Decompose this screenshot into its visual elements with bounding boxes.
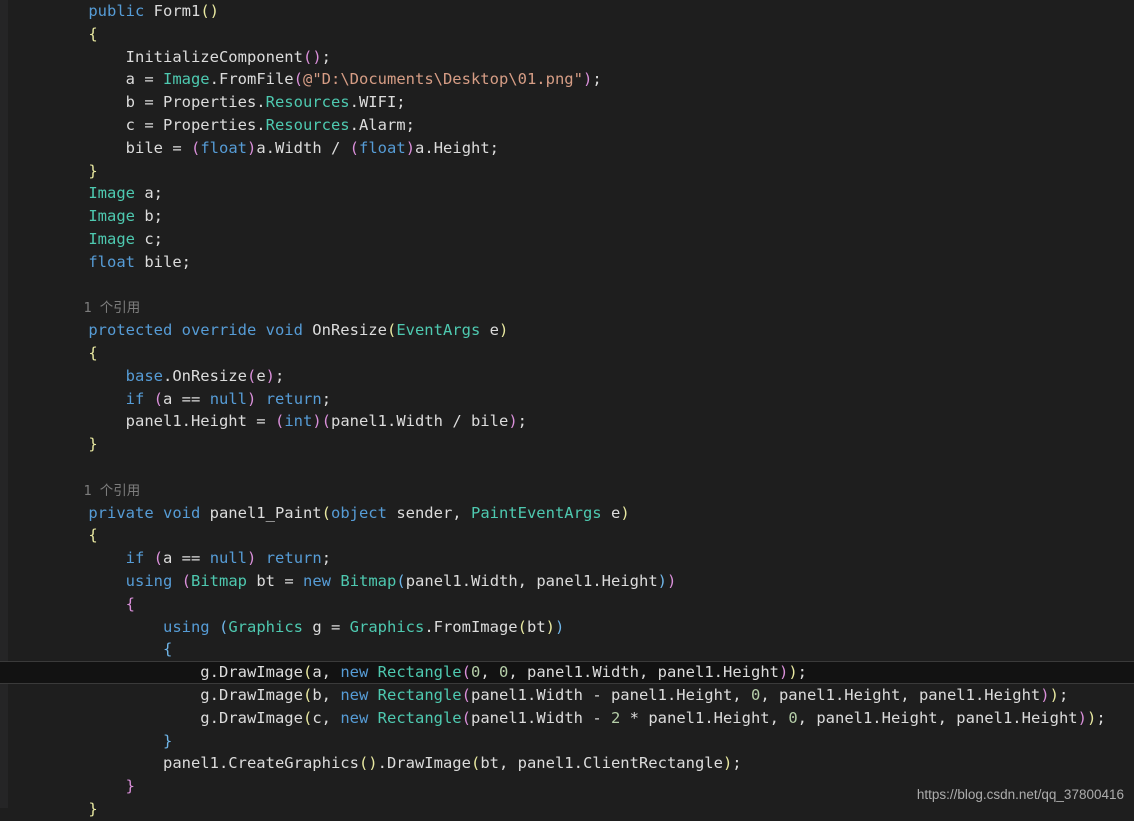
code-line[interactable]: b = Properties.Resources.WIFI; (0, 91, 1134, 114)
code-line[interactable]: { (0, 593, 1134, 616)
code-editor[interactable]: public Form1() { InitializeComponent(); … (0, 0, 1134, 818)
code-line[interactable]: Image b; (0, 205, 1134, 228)
codelens-reference-1[interactable]: 1 个引用 (0, 296, 1134, 319)
code-line[interactable]: base.OnResize(e); (0, 365, 1134, 388)
code-line[interactable]: Image a; (0, 182, 1134, 205)
code-line[interactable]: using (Bitmap bt = new Bitmap(panel1.Wid… (0, 570, 1134, 593)
code-line[interactable]: if (a == null) return; (0, 388, 1134, 411)
code-line[interactable]: using (Graphics g = Graphics.FromImage(b… (0, 616, 1134, 639)
code-line[interactable]: a = Image.FromFile(@"D:\Documents\Deskto… (0, 68, 1134, 91)
code-line[interactable]: float bile; (0, 251, 1134, 274)
code-line[interactable]: panel1.CreateGraphics().DrawImage(bt, pa… (0, 752, 1134, 775)
code-line[interactable]: protected override void OnResize(EventAr… (0, 319, 1134, 342)
code-line[interactable]: } (0, 160, 1134, 183)
codelens-reference-2[interactable]: 1 个引用 (0, 479, 1134, 502)
code-line[interactable]: { (0, 524, 1134, 547)
code-surface[interactable]: public Form1() { InitializeComponent(); … (0, 0, 1134, 818)
watermark-url: https://blog.csdn.net/qq_37800416 (916, 787, 1124, 802)
code-line[interactable]: { (0, 342, 1134, 365)
code-line[interactable]: Image c; (0, 228, 1134, 251)
code-line[interactable]: g.DrawImage(b, new Rectangle(panel1.Widt… (0, 684, 1134, 707)
codelens-label[interactable]: 1 个引用 (84, 300, 141, 316)
code-line-blank[interactable] (0, 274, 1134, 297)
code-line[interactable]: panel1.Height = (int)(panel1.Width / bil… (0, 410, 1134, 433)
code-line[interactable]: if (a == null) return; (0, 547, 1134, 570)
code-line[interactable]: } (0, 433, 1134, 456)
code-line[interactable]: c = Properties.Resources.Alarm; (0, 114, 1134, 137)
code-line[interactable]: g.DrawImage(c, new Rectangle(panel1.Widt… (0, 707, 1134, 730)
code-line[interactable]: public Form1() (0, 0, 1134, 23)
code-line[interactable]: InitializeComponent(); (0, 46, 1134, 69)
code-line[interactable]: private void panel1_Paint(object sender,… (0, 502, 1134, 525)
code-line[interactable]: bile = (float)a.Width / (float)a.Height; (0, 137, 1134, 160)
code-line-blank[interactable] (0, 456, 1134, 479)
code-line[interactable]: { (0, 23, 1134, 46)
codelens-label[interactable]: 1 个引用 (84, 483, 141, 499)
code-line[interactable]: { (0, 638, 1134, 661)
code-line-current[interactable]: g.DrawImage(a, new Rectangle(0, 0, panel… (0, 661, 1134, 684)
code-line[interactable]: } (0, 730, 1134, 753)
